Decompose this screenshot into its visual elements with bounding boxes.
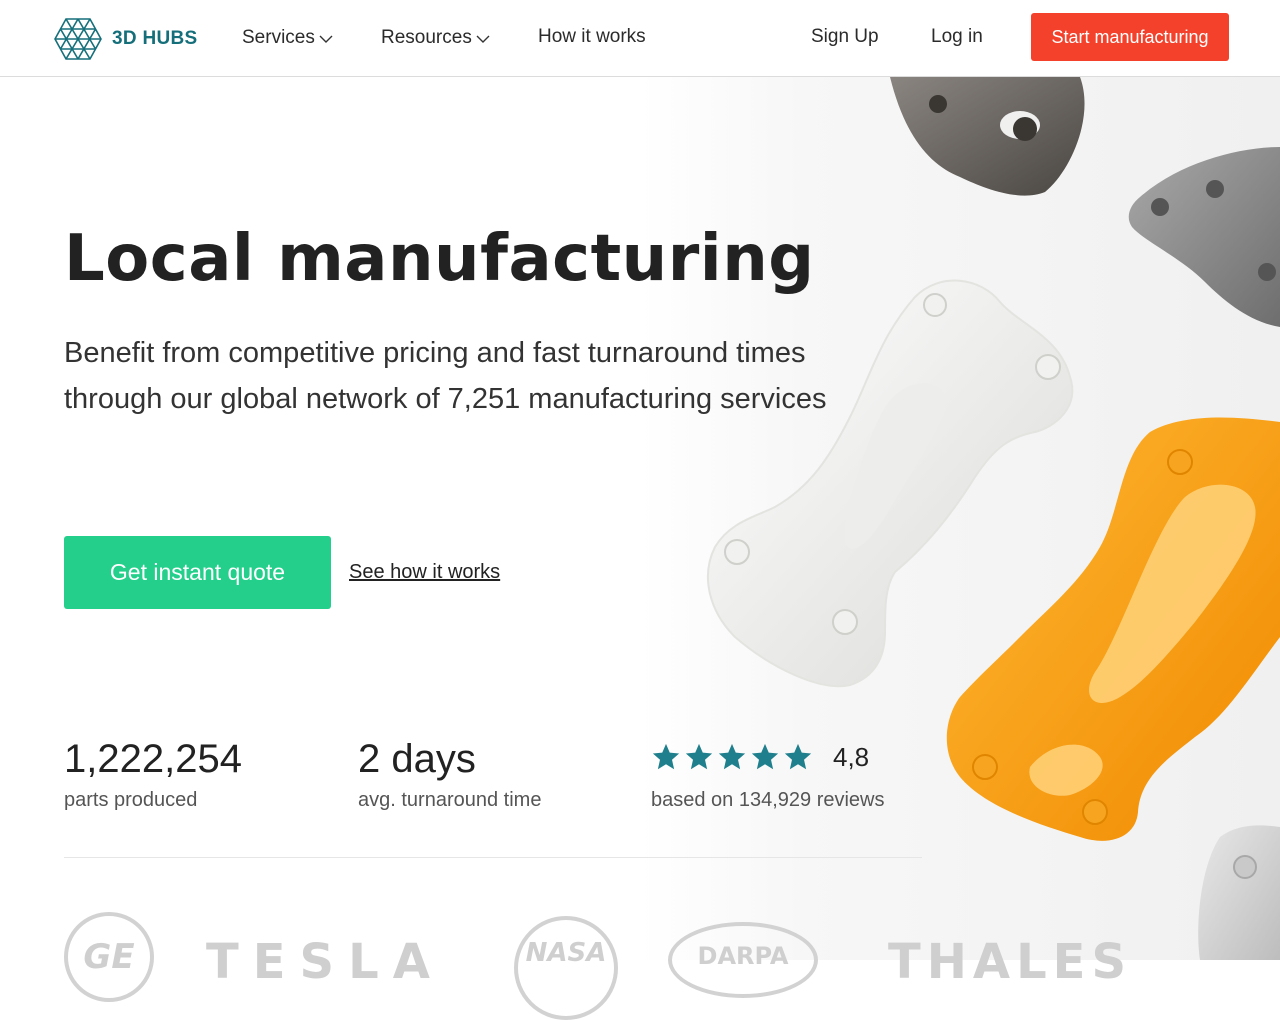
get-instant-quote-button[interactable]: Get instant quote bbox=[64, 536, 331, 609]
ge-logo: GE bbox=[64, 912, 154, 1002]
thales-logo: THALES bbox=[888, 934, 1133, 990]
turnaround-value: 2 days bbox=[358, 737, 476, 781]
chevron-down-icon bbox=[319, 28, 333, 50]
rating-stars bbox=[651, 742, 813, 777]
section-divider bbox=[64, 857, 922, 858]
nav-resources-label: Resources bbox=[381, 27, 472, 48]
parts-produced-label: parts produced bbox=[64, 789, 198, 811]
turnaround-label: avg. turnaround time bbox=[358, 789, 542, 811]
star-icon bbox=[684, 742, 714, 777]
reviews-count-label: based on 134,929 reviews bbox=[651, 789, 885, 811]
nav-services-dropdown[interactable]: Services bbox=[242, 26, 333, 50]
brand-name: 3D HUBS bbox=[112, 28, 198, 49]
nasa-logo: NASA bbox=[514, 916, 618, 1020]
log-in-link[interactable]: Log in bbox=[931, 26, 983, 48]
parts-produced-value: 1,222,254 bbox=[64, 737, 242, 781]
star-icon bbox=[783, 742, 813, 777]
nav-services-label: Services bbox=[242, 27, 315, 48]
tesla-logo: TESLA bbox=[206, 934, 444, 990]
top-navigation: 3D HUBS Services Resources How it works … bbox=[0, 0, 1280, 77]
see-how-it-works-link[interactable]: See how it works bbox=[349, 561, 500, 584]
brand-logo-link[interactable]: 3D HUBS bbox=[54, 18, 198, 60]
hexagon-grid-logo-icon bbox=[54, 18, 102, 60]
star-icon bbox=[717, 742, 747, 777]
hero-subtitle: Benefit from competitive pricing and fas… bbox=[64, 337, 827, 415]
hero-title: Local manufacturing bbox=[64, 222, 815, 296]
start-manufacturing-button[interactable]: Start manufacturing bbox=[1031, 13, 1229, 61]
sign-up-link[interactable]: Sign Up bbox=[811, 26, 879, 48]
hero-product-image bbox=[640, 77, 1280, 960]
star-icon bbox=[651, 742, 681, 777]
star-icon bbox=[750, 742, 780, 777]
nav-how-it-works-link[interactable]: How it works bbox=[538, 26, 646, 48]
rating-value: 4,8 bbox=[833, 742, 870, 772]
nav-resources-dropdown[interactable]: Resources bbox=[381, 26, 490, 50]
darpa-logo: DARPA bbox=[668, 922, 818, 998]
chevron-down-icon bbox=[476, 28, 490, 50]
